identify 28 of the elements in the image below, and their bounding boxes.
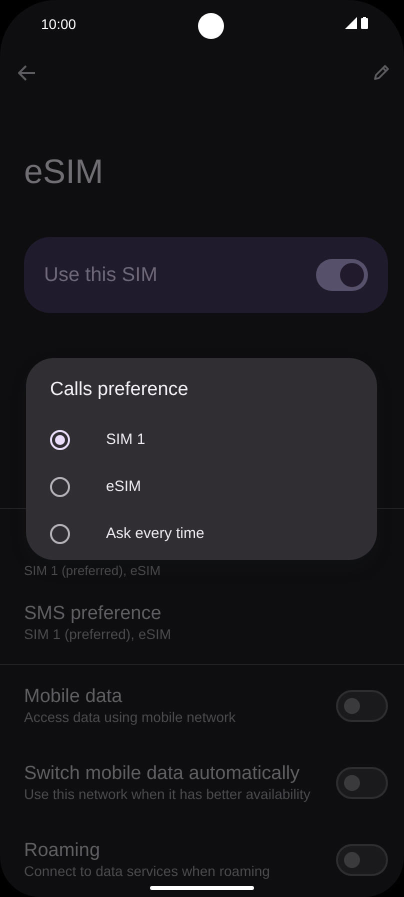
setting-subtitle: SIM 1 (preferred), eSIM [24,625,172,644]
toggle-switch[interactable] [336,766,388,799]
radio-button[interactable] [50,524,70,544]
setting-title[interactable]: SMS preference [24,602,172,626]
setting-subtitle: SIM 1 (preferred), eSIM [24,563,161,578]
toggle-switch[interactable] [336,690,388,722]
option-label[interactable]: eSIM [106,476,142,498]
setting-title[interactable]: Mobile data [24,684,236,708]
toggle-switch[interactable] [316,259,368,292]
signal-icon [344,17,357,29]
page-title: eSIM [24,152,104,193]
battery-icon [360,17,368,29]
setting-title[interactable]: Switch mobile data automatically [24,762,310,786]
pencil-icon[interactable] [372,64,390,82]
use-sim-label: Use this SIM [44,263,158,288]
setting-title[interactable]: Roaming [24,838,270,862]
toggle-switch[interactable] [336,844,388,876]
option-label[interactable]: SIM 1 [106,428,146,452]
dialog-title: Calls preference [50,378,190,402]
status-time: 10:00 [41,15,76,34]
option-label[interactable]: Ask every time [106,522,204,546]
setting-subtitle: Access data using mobile network [24,708,236,727]
camera-cutout [198,13,224,39]
back-icon[interactable] [18,65,36,81]
setting-subtitle: Connect to data services when roaming [24,862,270,881]
setting-subtitle: Use this network when it has better availability [24,785,310,804]
radio-button[interactable] [50,477,70,497]
use-sim-card[interactable]: Use this SIM [24,237,388,314]
